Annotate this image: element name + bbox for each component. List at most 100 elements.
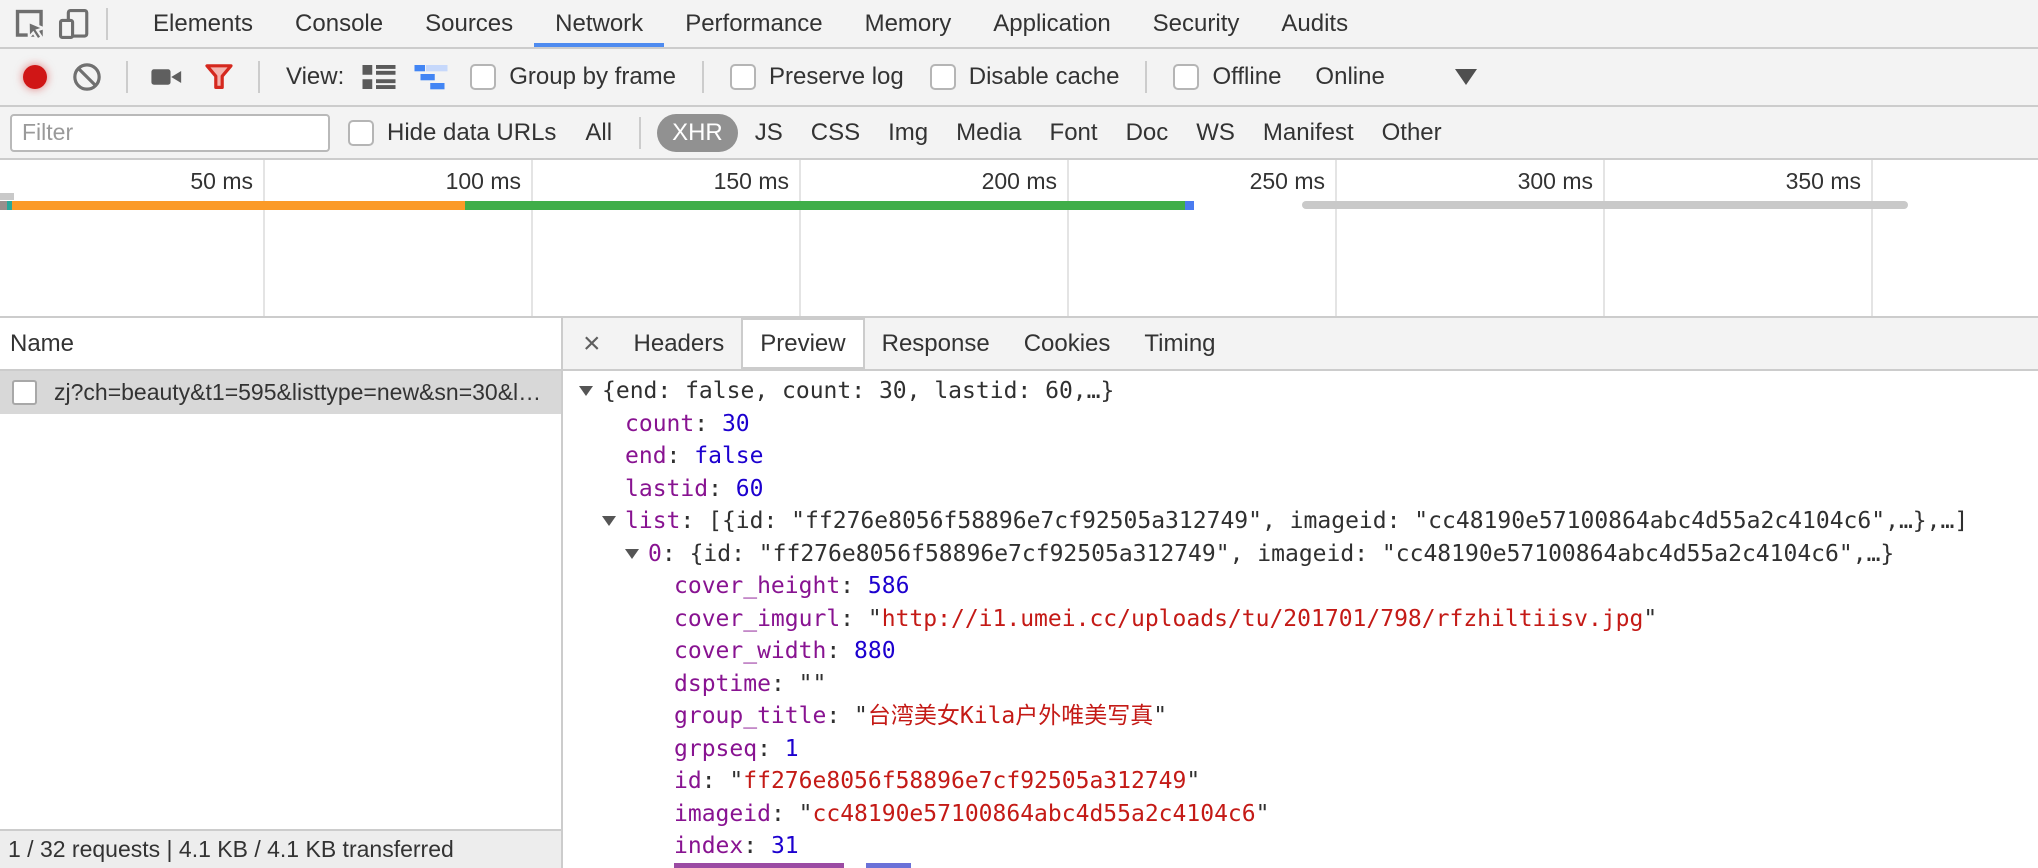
tree-row: cover_width: 880 <box>563 635 2038 668</box>
detail-tab-headers[interactable]: Headers <box>617 318 742 369</box>
group-by-frame-checkbox[interactable] <box>470 64 496 90</box>
tree-row: lastid: 60 <box>563 473 2038 506</box>
tree-text: dsptime <box>674 671 771 697</box>
name-column-header[interactable]: Name <box>0 318 561 371</box>
large-rows-toggle-button[interactable] <box>356 49 402 105</box>
expand-arrow-icon[interactable] <box>602 516 616 526</box>
main-tab-application[interactable]: Application <box>972 0 1131 47</box>
name-column-label: Name <box>10 330 74 358</box>
tree-row: grpseq: 1 <box>563 733 2038 766</box>
filter-type-js[interactable]: JS <box>744 115 794 151</box>
main-tab-memory[interactable]: Memory <box>844 0 973 47</box>
offline-checkbox[interactable] <box>1173 64 1199 90</box>
grid-line <box>1871 160 1873 316</box>
filter-type-ws[interactable]: WS <box>1185 115 1246 151</box>
detail-tab-timing[interactable]: Timing <box>1127 318 1232 369</box>
tree-text: " <box>854 703 868 729</box>
list-rows-icon <box>361 62 397 92</box>
preview-json-tree: {end: false, count: 30, lastid: 60,…}cou… <box>563 371 2038 868</box>
tree-text: : <box>826 703 854 729</box>
record-button[interactable] <box>12 49 58 105</box>
tree-text: cover_height <box>674 573 840 599</box>
request-name: zj?ch=beauty&t1=595&listtype=new&sn=30&l… <box>54 379 541 406</box>
main-tab-security[interactable]: Security <box>1132 0 1261 47</box>
filter-toggle-button[interactable] <box>196 49 242 105</box>
grid-line <box>1067 160 1069 316</box>
detail-tab-cookies[interactable]: Cookies <box>1007 318 1128 369</box>
tree-text: 586 <box>868 573 910 599</box>
filter-type-media[interactable]: Media <box>945 115 1032 151</box>
tree-text: : <box>680 508 708 534</box>
screenshot-capture-button[interactable] <box>144 49 190 105</box>
main-tab-sources[interactable]: Sources <box>404 0 534 47</box>
timeline-bar <box>0 193 14 200</box>
show-overview-toggle-button[interactable] <box>408 49 454 105</box>
twisty-spacer <box>602 419 616 429</box>
network-conditions-value[interactable]: Online <box>1315 63 1384 91</box>
disable-cache-toggle[interactable]: Disable cache <box>930 63 1120 91</box>
hide-data-urls-checkbox[interactable] <box>348 120 374 146</box>
request-row[interactable]: zj?ch=beauty&t1=595&listtype=new&sn=30&l… <box>0 371 561 414</box>
tree-row[interactable]: {end: false, count: 30, lastid: 60,…} <box>563 375 2038 408</box>
filter-input[interactable] <box>10 114 330 152</box>
twisty-spacer <box>651 581 665 591</box>
filter-type-manifest[interactable]: Manifest <box>1252 115 1365 151</box>
main-tab-performance[interactable]: Performance <box>664 0 843 47</box>
grid-line <box>1335 160 1337 316</box>
main-tab-audits[interactable]: Audits <box>1260 0 1369 47</box>
main-tab-console[interactable]: Console <box>274 0 404 47</box>
filter-type-other[interactable]: Other <box>1371 115 1453 151</box>
tree-text: : <box>757 736 785 762</box>
tree-text: 台湾美女Kila户外唯美写真 <box>868 703 1153 729</box>
filter-type-doc[interactable]: Doc <box>1115 115 1180 151</box>
inspect-element-button[interactable] <box>8 0 52 47</box>
tree-text: grpseq <box>674 736 757 762</box>
clear-button[interactable] <box>64 49 110 105</box>
requests-summary-bar: 1 / 32 requests | 4.1 KB / 4.1 KB transf… <box>0 829 561 868</box>
main-tab-elements[interactable]: Elements <box>132 0 274 47</box>
preserve-log-label: Preserve log <box>769 63 904 91</box>
tree-row[interactable]: 0: {id: "ff276e8056f58896e7cf92505a31274… <box>563 538 2038 571</box>
tree-text: 880 <box>854 638 896 664</box>
network-conditions-dropdown-icon[interactable] <box>1455 69 1477 85</box>
tree-text: "" <box>799 671 827 697</box>
main-tab-network[interactable]: Network <box>534 0 664 47</box>
group-by-frame-toggle[interactable]: Group by frame <box>470 63 676 91</box>
preserve-log-toggle[interactable]: Preserve log <box>730 63 904 91</box>
preserve-log-checkbox[interactable] <box>730 64 756 90</box>
filter-type-all[interactable]: All <box>574 115 623 151</box>
offline-toggle[interactable]: Offline <box>1173 63 1281 91</box>
filter-type-font[interactable]: Font <box>1039 115 1109 151</box>
twisty-spacer <box>602 484 616 494</box>
tree-row: index: 31 <box>563 830 2038 863</box>
tree-text: " <box>1643 606 1657 632</box>
twisty-spacer <box>602 451 616 461</box>
tree-text: {end: false, count: 30, lastid: 60,…} <box>602 378 1114 404</box>
resource-type-filters: All XHRJSCSSImgMediaFontDocWSManifestOthe… <box>574 114 1452 152</box>
group-by-frame-label: Group by frame <box>509 63 676 91</box>
tick-label: 250 ms <box>1155 168 1325 195</box>
filter-type-css[interactable]: CSS <box>800 115 871 151</box>
tree-text: cover_imgurl <box>674 606 840 632</box>
tree-row[interactable]: list: [{id: "ff276e8056f58896e7cf92505a3… <box>563 505 2038 538</box>
tree-text: 60 <box>736 476 764 502</box>
tree-text: 30 <box>722 411 750 437</box>
tree-text: ff276e8056f58896e7cf92505a312749 <box>743 768 1186 794</box>
detail-tab-preview[interactable]: Preview <box>741 318 864 369</box>
tree-text: id <box>674 768 702 794</box>
detail-tab-response[interactable]: Response <box>865 318 1007 369</box>
filter-type-xhr[interactable]: XHR <box>657 114 738 152</box>
network-overview[interactable]: 50 ms100 ms150 ms200 ms250 ms300 ms350 m… <box>0 160 2038 318</box>
clipped-key <box>674 863 844 868</box>
filter-type-img[interactable]: Img <box>877 115 939 151</box>
close-details-button[interactable]: × <box>567 329 617 359</box>
expand-arrow-icon[interactable] <box>579 386 593 396</box>
tree-row: end: false <box>563 440 2038 473</box>
tree-text: false <box>694 443 763 469</box>
hide-data-urls-toggle[interactable]: Hide data URLs <box>348 119 556 147</box>
device-toolbar-button[interactable] <box>52 0 96 47</box>
expand-arrow-icon[interactable] <box>625 549 639 559</box>
disable-cache-checkbox[interactable] <box>930 64 956 90</box>
tick-label: 200 ms <box>887 168 1057 195</box>
tree-text: group_title <box>674 703 826 729</box>
